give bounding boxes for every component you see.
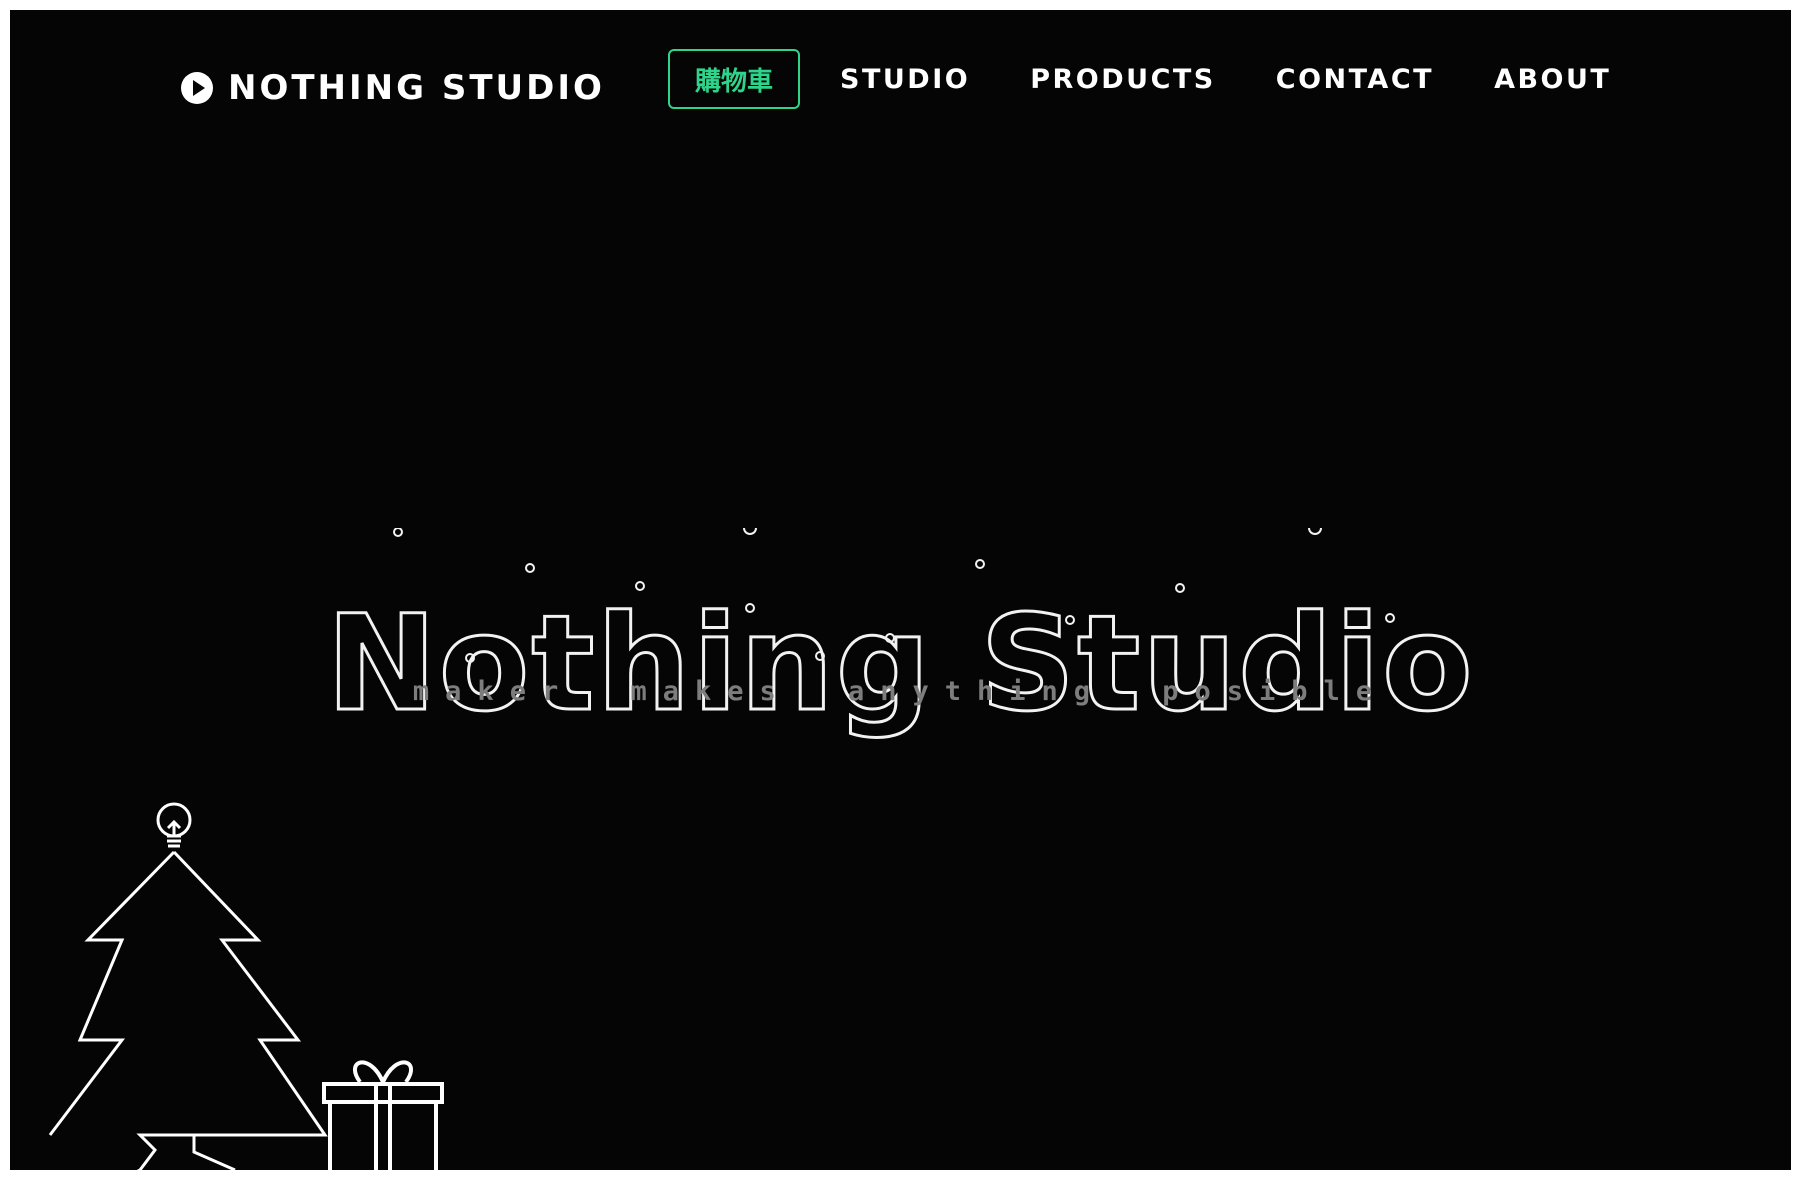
brand-logo-link[interactable]: NOTHING STUDIO: [180, 60, 605, 116]
nav-link-contact[interactable]: CONTACT: [1276, 64, 1434, 95]
light-bulb-icon: [156, 802, 192, 848]
christmas-tree-icon: [48, 802, 328, 1170]
brand-name: NOTHING STUDIO: [228, 68, 605, 108]
nav-link-products[interactable]: PRODUCTS: [1030, 64, 1216, 95]
nav-link-about[interactable]: ABOUT: [1494, 64, 1611, 95]
nav-link-studio[interactable]: STUDIO: [840, 64, 970, 95]
cart-button[interactable]: 購物車: [668, 49, 800, 109]
hero-title: Nothing Studio: [325, 587, 1475, 742]
page-screen: NOTHING STUDIO 購物車 STUDIO PRODUCTS CONTA…: [10, 10, 1791, 1170]
gift-box-icon: [322, 1060, 444, 1170]
nav-links: 購物車 STUDIO PRODUCTS CONTACT ABOUT: [668, 47, 1611, 111]
play-circle-icon: [181, 72, 213, 104]
top-nav: NOTHING STUDIO 購物車 STUDIO PRODUCTS CONTA…: [10, 10, 1791, 150]
hero-tagline: maker makes anything posible: [412, 676, 1389, 707]
